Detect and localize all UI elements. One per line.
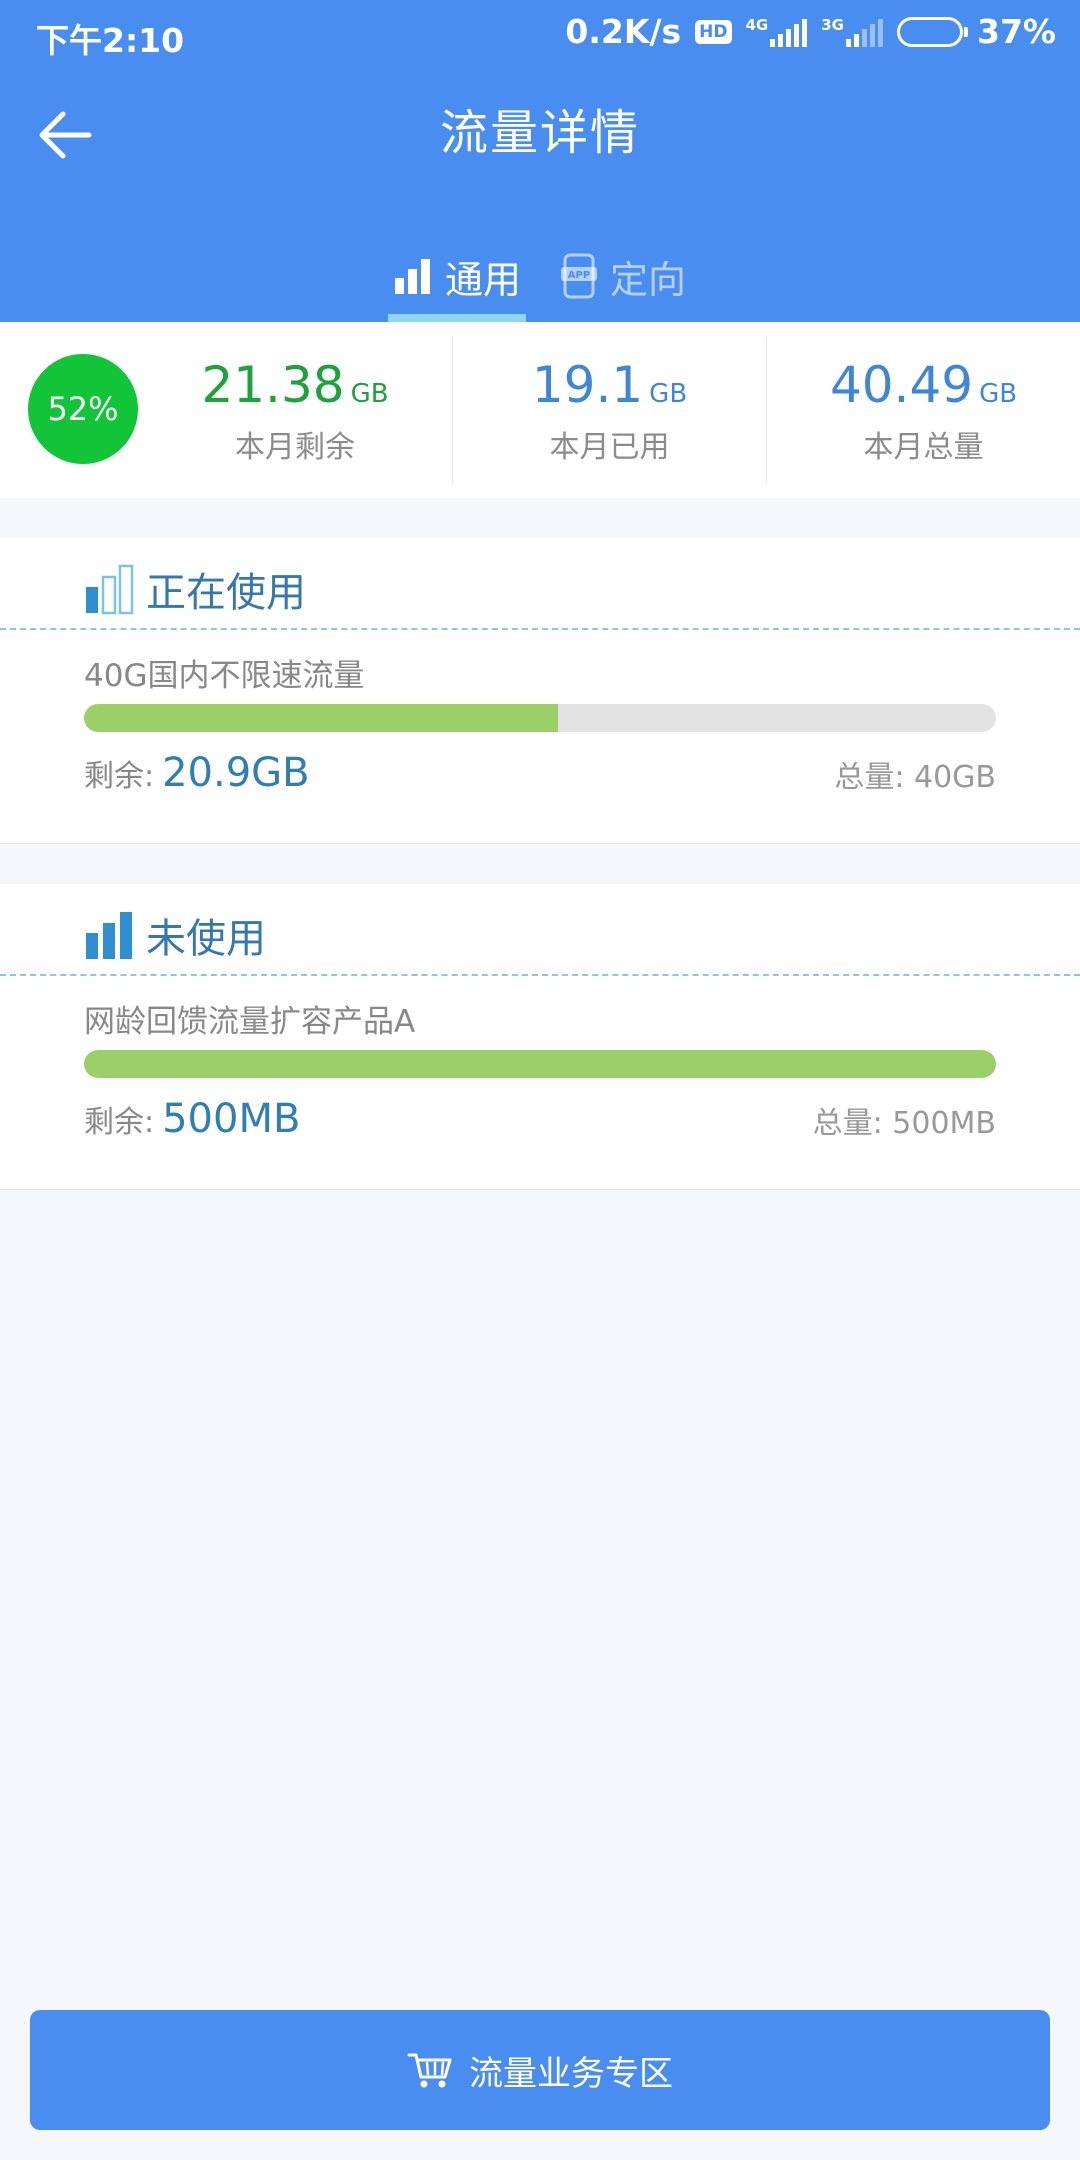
tab-bar: 通用 APP 定向: [0, 230, 1080, 322]
battery-percent: 37%: [977, 12, 1056, 51]
package-card-in-use[interactable]: 正在使用 40G国内不限速流量 剩余: 20.9GB 总量: 40GB: [0, 538, 1080, 844]
usage-percent: 52%: [47, 390, 119, 428]
status-indicators: 0.2K/s HD 4G 3G 37%: [565, 12, 1056, 51]
signal-bars-icon: [846, 17, 883, 47]
signal-bars-icon: [770, 17, 808, 47]
signal-full-icon: [86, 912, 132, 959]
stat-value: 40.49: [829, 356, 974, 414]
status-bar: 下午2:10 0.2K/s HD 4G 3G 37%: [0, 0, 1080, 66]
status-time: 下午2:10: [36, 21, 185, 60]
stat-label: 本月总量: [863, 430, 984, 465]
cart-icon: [407, 2053, 452, 2088]
page-title: 流量详情: [439, 105, 640, 161]
total-amount: 总量: 40GB: [834, 760, 996, 795]
bar-chart-icon: [394, 259, 430, 294]
remaining-label: 剩余:: [84, 1105, 155, 1140]
total-amount: 总量: 500MB: [812, 1106, 996, 1141]
battery-icon: [897, 16, 968, 47]
tab-label: 通用: [444, 257, 521, 302]
stat-value: 21.38: [201, 356, 345, 414]
stat-unit: GB: [649, 379, 688, 409]
svg-text:APP: APP: [568, 270, 590, 281]
stat-remaining: 21.38 GB 本月剩余: [138, 322, 452, 498]
net-type-4g: 4G: [745, 15, 769, 34]
tab-general[interactable]: 通用: [388, 230, 526, 322]
remaining-row: 剩余: 20.9GB: [84, 750, 310, 796]
cta-label: 流量业务专区: [469, 2053, 673, 2094]
remaining-value: 500MB: [162, 1096, 301, 1142]
package-name: 40G国内不限速流量: [84, 658, 365, 694]
divider: [0, 974, 1080, 976]
package-name: 网龄回馈流量扩容产品A: [84, 1004, 416, 1040]
signal-partial-icon: [86, 564, 134, 615]
divider: [0, 628, 1080, 630]
section-header: 未使用: [84, 902, 266, 968]
signal-3g: 3G: [821, 17, 883, 47]
stat-unit: GB: [979, 379, 1018, 409]
signal-4g: 4G: [746, 17, 808, 47]
stat-value: 19.1: [531, 356, 644, 414]
stat-label: 本月已用: [549, 430, 670, 465]
usage-progress-bar: [84, 704, 996, 732]
section-header: 正在使用: [84, 556, 306, 622]
section-title: 正在使用: [146, 570, 306, 616]
usage-progress-bar: [84, 1050, 996, 1078]
data-service-zone-button[interactable]: 流量业务专区: [30, 2010, 1050, 2130]
tab-label: 定向: [610, 257, 687, 302]
stat-total: 40.49 GB 本月总量: [766, 336, 1080, 484]
remaining-label: 剩余:: [84, 759, 155, 794]
progress-fill: [84, 704, 559, 732]
progress-fill: [84, 1050, 996, 1078]
network-speed: 0.2K/s: [565, 12, 682, 51]
app-phone-icon: APP: [561, 253, 597, 299]
hd-badge: HD: [695, 19, 732, 44]
usage-percent-circle: 52%: [28, 354, 138, 464]
section-title: 未使用: [146, 916, 266, 962]
stat-unit: GB: [350, 379, 389, 409]
stat-label: 本月剩余: [235, 430, 355, 465]
usage-summary: 52% 21.38 GB 本月剩余 19.1 GB 本月已用 40.49 GB 本月总…: [0, 322, 1080, 498]
tab-active-indicator: [388, 314, 526, 322]
package-card-unused[interactable]: 未使用 网龄回馈流量扩容产品A 剩余: 500MB 总量: 500MB: [0, 884, 1080, 1190]
stat-used: 19.1 GB 本月已用: [452, 336, 766, 484]
tab-directed[interactable]: APP 定向: [560, 230, 686, 322]
app-header: 下午2:10 0.2K/s HD 4G 3G 37% 流量详情 通用 APP 定…: [0, 0, 1080, 322]
remaining-row: 剩余: 500MB: [84, 1096, 300, 1142]
net-type-3g: 3G: [821, 15, 844, 34]
remaining-value: 20.9GB: [162, 750, 310, 796]
